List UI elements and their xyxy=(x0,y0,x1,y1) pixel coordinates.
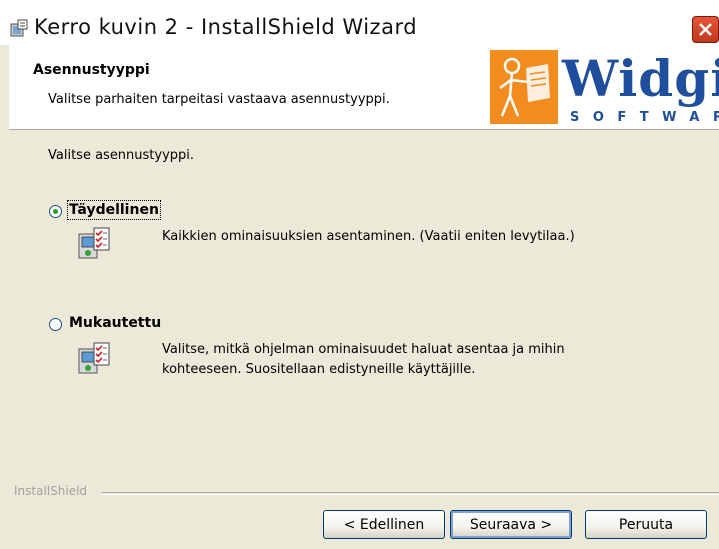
page-title: Asennustyyppi xyxy=(33,62,150,78)
window-title: Kerro kuvin 2 - InstallShield Wizard xyxy=(34,15,418,39)
installshield-wizard-window: Kerro kuvin 2 - InstallShield Wizard Ase… xyxy=(0,0,719,549)
option-complete-description: Kaikkien ominaisuuksien asentaminen. (Va… xyxy=(162,229,575,244)
page-subtitle: Valitse parhaiten tarpeitasi vastaava as… xyxy=(48,92,390,107)
svg-text:SOFTWARE: SOFTWARE xyxy=(570,110,719,125)
footer-divider xyxy=(102,492,719,495)
installshield-brand: InstallShield xyxy=(14,484,88,498)
option-custom-description-line2: kohteeseen. Suositellaan edistyneille kä… xyxy=(162,362,476,377)
option-custom-description-line1: Valitse, mitkä ohjelman ominaisuudet hal… xyxy=(162,342,565,357)
next-button[interactable]: Seuraava > xyxy=(450,510,572,539)
radio-complete[interactable] xyxy=(49,205,62,218)
cancel-button[interactable]: Peruuta xyxy=(585,510,707,539)
wizard-header: Asennustyyppi Valitse parhaiten tarpeita… xyxy=(9,45,719,130)
instruction-text: Valitse asennustyyppi. xyxy=(48,148,195,163)
option-custom-label[interactable]: Mukautettu xyxy=(69,315,161,331)
option-custom-description: Valitse, mitkä ohjelman ominaisuudet hal… xyxy=(162,340,565,380)
setup-type-icon xyxy=(78,342,110,374)
title-bar[interactable]: Kerro kuvin 2 - InstallShield Wizard xyxy=(0,0,719,45)
radio-custom[interactable] xyxy=(49,318,62,331)
svg-text:Widgit: Widgit xyxy=(561,49,719,108)
wizard-body: Valitse asennustyyppi. Täydellinen Kaikk… xyxy=(9,130,719,549)
option-complete-label[interactable]: Täydellinen xyxy=(67,200,161,220)
installer-icon xyxy=(10,19,28,37)
radio-selected-dot xyxy=(53,209,58,214)
setup-type-icon xyxy=(78,227,110,259)
back-button[interactable]: < Edellinen xyxy=(323,510,445,539)
close-icon xyxy=(699,23,712,36)
widgit-logo: Widgit SOFTWARE xyxy=(490,48,719,126)
close-button[interactable] xyxy=(692,16,719,43)
